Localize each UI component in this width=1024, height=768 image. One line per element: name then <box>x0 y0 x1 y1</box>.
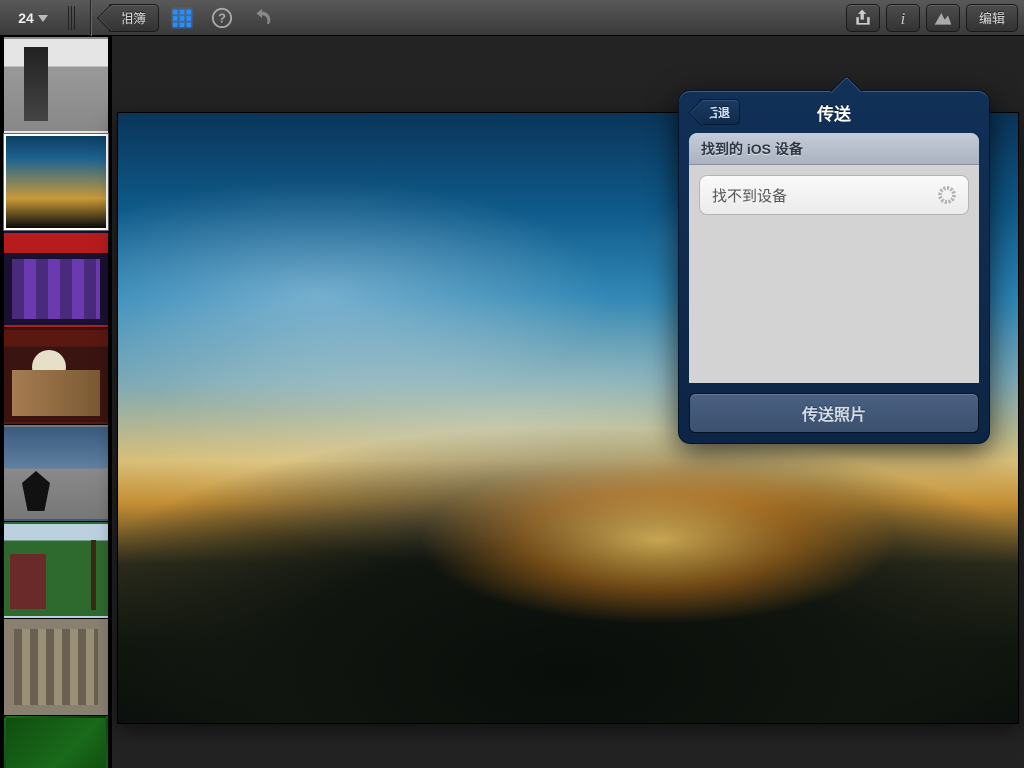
edit-button-label: 编辑 <box>979 8 1005 27</box>
popover-header: 后退 传送 <box>679 91 989 133</box>
thumbnail[interactable] <box>4 716 108 768</box>
thumbnail[interactable] <box>4 37 108 133</box>
popover-footer: 传送照片 <box>679 383 989 443</box>
info-icon: i <box>893 8 913 28</box>
thumbnail[interactable] <box>4 231 108 327</box>
beam-photo-button[interactable]: 传送照片 <box>689 393 979 433</box>
loading-spinner-icon <box>938 186 956 204</box>
photo-count-dropdown[interactable]: 24 <box>6 5 60 31</box>
popover-section-header-label: 找到的 iOS 设备 <box>701 139 803 159</box>
undo-button[interactable] <box>245 4 279 32</box>
adjust-button[interactable] <box>926 4 960 32</box>
device-list-empty-row: 找不到设备 <box>699 175 969 215</box>
share-button[interactable] <box>846 4 880 32</box>
thumbnail[interactable] <box>4 328 108 424</box>
thumbnail[interactable] <box>4 522 108 618</box>
photo-viewer: 后退 传送 找到的 iOS 设备 找不到设备 传送照片 <box>112 36 1024 768</box>
device-empty-label: 找不到设备 <box>712 185 787 206</box>
help-icon: ? <box>211 7 233 29</box>
photo-count-label: 24 <box>18 10 34 26</box>
toolbar: 24 相簿 ? i 编辑 <box>0 0 1024 36</box>
undo-icon <box>251 7 273 29</box>
thumbnail[interactable] <box>4 425 108 521</box>
thumbnail-strip[interactable] <box>0 36 112 768</box>
beam-popover: 后退 传送 找到的 iOS 设备 找不到设备 传送照片 <box>678 90 990 444</box>
popover-title: 传送 <box>817 100 851 125</box>
svg-text:?: ? <box>218 10 226 25</box>
beam-photo-label: 传送照片 <box>802 407 866 424</box>
toolbar-divider <box>90 0 91 36</box>
panel-grip-icon[interactable] <box>68 5 78 31</box>
popover-section-header: 找到的 iOS 设备 <box>689 133 979 165</box>
device-list: 找不到设备 <box>689 165 979 383</box>
edit-button[interactable]: 编辑 <box>966 4 1018 32</box>
chevron-down-icon <box>38 13 48 23</box>
popover-back-button[interactable]: 后退 <box>699 99 740 125</box>
popover-body: 找到的 iOS 设备 找不到设备 <box>689 133 979 383</box>
thumbnail[interactable] <box>4 134 108 230</box>
adjust-icon <box>933 8 953 28</box>
grid-icon <box>171 7 193 29</box>
help-button[interactable]: ? <box>205 4 239 32</box>
thumbnail[interactable] <box>4 619 108 715</box>
svg-text:i: i <box>901 8 906 27</box>
share-icon <box>853 8 873 28</box>
popover-back-label: 后退 <box>706 104 730 121</box>
albums-back-label: 相簿 <box>120 8 146 27</box>
grid-view-button[interactable] <box>165 4 199 32</box>
info-button[interactable]: i <box>886 4 920 32</box>
albums-back-button[interactable]: 相簿 <box>109 4 159 32</box>
content-area: 后退 传送 找到的 iOS 设备 找不到设备 传送照片 <box>0 36 1024 768</box>
